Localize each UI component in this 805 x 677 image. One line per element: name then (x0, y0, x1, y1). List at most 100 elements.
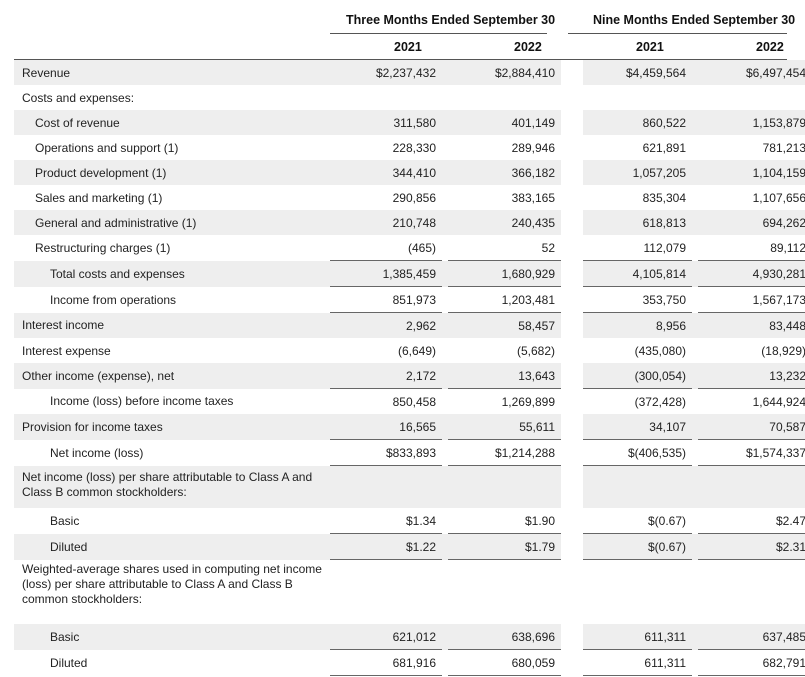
table-row: Revenue $2,237,432 $2,884,410 $4,459,564 $6,… (14, 60, 805, 85)
cell-value: (300,054) (583, 363, 692, 389)
column-spacer (561, 363, 583, 389)
cell-value: 638,696 (448, 624, 561, 650)
row-label: Total costs and expenses (14, 260, 330, 287)
row-label: Provision for income taxes (14, 414, 330, 440)
row-label: Product development (1) (14, 160, 330, 185)
row-label: Interest income (14, 312, 330, 338)
cell-value (330, 560, 442, 625)
row-label: Weighted-average shares used in computin… (22, 561, 322, 606)
row-label: Basic (14, 624, 330, 650)
column-spacer (561, 110, 583, 135)
column-spacer (561, 508, 583, 534)
table-row: Restructuring charges (1) (465) 52 112,079 8… (14, 235, 805, 261)
cell-value: 55,611 (448, 414, 561, 440)
column-spacer (561, 649, 583, 676)
cell-value (698, 560, 805, 625)
column-spacer (561, 533, 583, 560)
column-spacer (561, 260, 583, 287)
cell-value: 1,203,481 (448, 286, 561, 313)
column-spacer (561, 465, 583, 508)
column-spacer (561, 60, 583, 85)
cell-value: 89,112 (698, 235, 805, 261)
cell-value: 13,232 (698, 363, 805, 389)
cell-value: 1,153,879 (698, 110, 805, 135)
period-header-three-months: Three Months Ended September 30 (346, 13, 556, 27)
cell-value: 611,311 (583, 649, 692, 676)
row-label: Costs and expenses: (22, 90, 135, 105)
cell-value: 13,643 (448, 363, 561, 389)
row-label: Income from operations (50, 292, 177, 307)
cell-value: 383,165 (511, 190, 555, 205)
table-row: Income (loss) before income taxes 850,458… (14, 388, 805, 414)
cell-value: 240,435 (448, 210, 561, 235)
cell-value: (372,428) (634, 394, 686, 409)
cell-value: 1,269,899 (501, 394, 555, 409)
cell-value (583, 465, 692, 508)
table-row: Other income (expense), net 2,172 13,643 (3… (14, 363, 805, 389)
column-spacer (561, 85, 583, 110)
row-label: Cost of revenue (14, 110, 330, 135)
cell-value: $1.90 (448, 508, 561, 534)
cell-value (583, 85, 692, 110)
row-label: Operations and support (1) (35, 140, 179, 155)
cell-value: 694,262 (698, 210, 805, 235)
cell-value: $2.31 (698, 533, 805, 560)
cell-value: 680,059 (448, 649, 561, 676)
cell-value (583, 560, 692, 625)
cell-value: 366,182 (448, 160, 561, 185)
cell-value: 781,213 (762, 140, 805, 155)
cell-value: 2,962 (330, 312, 442, 338)
row-label: Net income (loss) per share attributable… (14, 465, 330, 508)
row-label: Other income (expense), net (14, 363, 330, 389)
cell-value: $1,574,337 (698, 439, 805, 466)
cell-value: 850,458 (392, 394, 436, 409)
cell-value: 16,565 (330, 414, 442, 440)
table-row: Basic 621,012 638,696 611,311 637,485 (14, 624, 805, 650)
cell-value: 344,410 (330, 160, 442, 185)
cell-value: 289,946 (511, 140, 555, 155)
cell-value: (6,649) (397, 343, 436, 358)
column-spacer (561, 235, 583, 261)
column-spacer (561, 312, 583, 338)
row-label: Diluted (50, 655, 88, 670)
cell-value: 637,485 (698, 624, 805, 650)
row-label: Sales and marketing (1) (35, 190, 163, 205)
cell-value: $(0.67) (583, 533, 692, 560)
cell-value: 1,057,205 (583, 160, 692, 185)
header-rule-three (330, 33, 547, 34)
cell-value: 1,680,929 (448, 260, 561, 287)
column-spacer (561, 210, 583, 235)
cell-value: 681,916 (330, 649, 442, 676)
cell-value: 401,149 (448, 110, 561, 135)
table-row: Diluted 681,916 680,059 611,311 682,791 (14, 649, 805, 676)
cell-value: 70,587 (698, 414, 805, 440)
cell-value: $2,884,410 (448, 60, 561, 85)
cell-value: 4,930,281 (698, 260, 805, 287)
financial-table: Revenue $2,237,432 $2,884,410 $4,459,564 $6,… (14, 60, 805, 676)
cell-value: 4,105,814 (583, 260, 692, 287)
table-row: Product development (1) 344,410 366,182 1,0… (14, 160, 805, 185)
row-label: Basic (50, 513, 80, 528)
cell-value (448, 85, 561, 110)
table-row: Operations and support (1) 228,330 289,946… (14, 135, 805, 160)
cell-value: 1,104,159 (698, 160, 805, 185)
column-spacer (561, 439, 583, 466)
cell-value: 835,304 (642, 190, 686, 205)
cell-value: $833,893 (330, 439, 442, 466)
cell-value (448, 560, 561, 625)
row-label: Net income (loss) (50, 445, 144, 460)
cell-value: 353,750 (583, 286, 692, 313)
row-label: Restructuring charges (1) (35, 240, 171, 255)
row-label: Income (loss) before income taxes (50, 394, 234, 409)
cell-value (330, 85, 442, 110)
table-row: Sales and marketing (1) 290,856 383,165 835… (14, 185, 805, 210)
year-header: 2021 (394, 40, 422, 54)
cell-value: 34,107 (583, 414, 692, 440)
row-label: Revenue (14, 60, 330, 85)
cell-value: $(406,535) (583, 439, 692, 466)
cell-value (698, 85, 805, 110)
cell-value: 621,012 (330, 624, 442, 650)
year-header: 2022 (756, 40, 784, 54)
column-spacer (561, 624, 583, 650)
cell-value: (5,682) (516, 343, 555, 358)
